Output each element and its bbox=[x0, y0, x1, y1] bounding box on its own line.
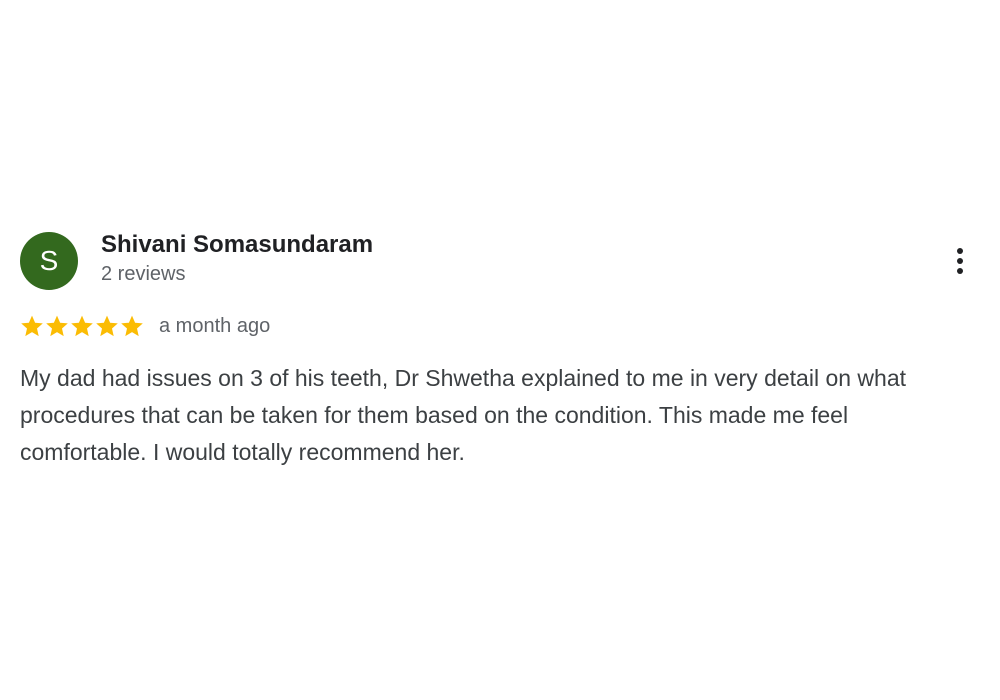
more-vertical-icon bbox=[957, 248, 963, 274]
more-dot bbox=[957, 268, 963, 274]
star-icon bbox=[21, 315, 43, 337]
author-review-count: 2 reviews bbox=[101, 263, 186, 285]
review-time: a month ago bbox=[159, 315, 271, 337]
star-icon bbox=[121, 315, 143, 337]
avatar[interactable]: S bbox=[20, 232, 78, 290]
star-icon bbox=[46, 315, 68, 337]
star-icon bbox=[96, 315, 118, 337]
author-info: Shivani Somasundaram 2 reviews bbox=[101, 230, 373, 287]
review-text: My dad had issues on 3 of his teeth, Dr … bbox=[20, 365, 907, 465]
review-card: S Shivani Somasundaram 2 reviews a month… bbox=[0, 0, 1000, 700]
more-dot bbox=[957, 258, 963, 264]
more-options-button[interactable] bbox=[944, 243, 976, 279]
more-dot bbox=[957, 248, 963, 254]
star-rating bbox=[20, 314, 144, 338]
avatar-letter: S bbox=[39, 245, 59, 276]
star-icon bbox=[71, 315, 93, 337]
rating-row: a month ago bbox=[20, 311, 270, 341]
author-name[interactable]: Shivani Somasundaram bbox=[101, 230, 373, 260]
